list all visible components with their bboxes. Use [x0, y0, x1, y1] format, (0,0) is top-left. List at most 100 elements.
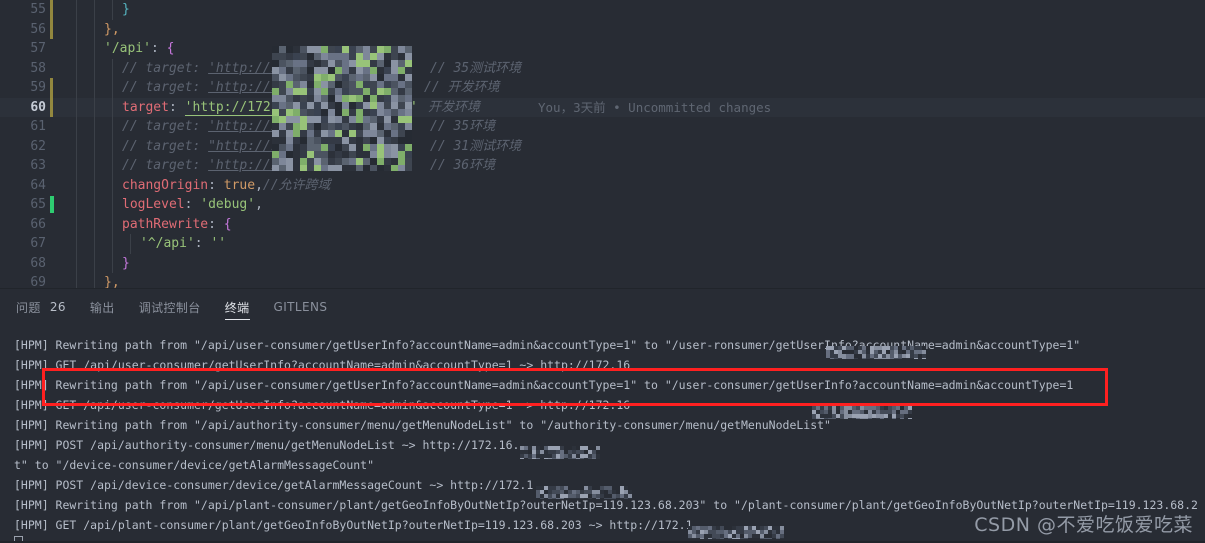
code-text: },: [104, 273, 120, 288]
code-line[interactable]: 58 // target: 'http://172. // 35测试环境: [0, 59, 1205, 79]
indent-guide: [112, 117, 113, 137]
code-line[interactable]: 65 logLevel: 'debug',: [0, 195, 1205, 215]
indent-guide: [112, 59, 113, 79]
code-line[interactable]: 55 }: [0, 0, 1205, 20]
code-line[interactable]: 68 }: [0, 254, 1205, 274]
comment-prefix: // target:: [122, 158, 208, 173]
indent-guide: [94, 254, 95, 274]
indent-guide: [112, 0, 113, 20]
line-comment: // 31测试环境: [430, 137, 521, 157]
indent-guide: [76, 78, 77, 98]
indent-guide: [112, 215, 113, 235]
indent-guide: [94, 156, 95, 176]
terminal-output[interactable]: [HPM] Rewriting path from "/api/user-con…: [0, 325, 1205, 543]
indent-guide: [76, 215, 77, 235]
brace-token: },: [104, 275, 120, 288]
brace-token: {: [224, 217, 232, 232]
gutter-added-indicator: [50, 196, 54, 213]
indent-guide: [76, 234, 77, 254]
gutter-dirty-indicator: [50, 0, 53, 20]
tab-terminal-label: 终端: [225, 299, 250, 316]
line-number: 57: [0, 39, 46, 59]
code-line[interactable]: 59 // target: 'http://172. // 开发环境: [0, 78, 1205, 98]
gutter-dirty-indicator: [50, 20, 53, 40]
inline-comment: //允许跨域: [263, 178, 331, 193]
terminal-line: [HPM] Rewriting path from "/api/user-con…: [14, 375, 1205, 395]
censored-ip-mosaic: [812, 406, 912, 419]
indent-guide: [94, 195, 95, 215]
indent-guide: [94, 176, 95, 196]
code-text: '^/api': '': [140, 234, 226, 254]
line-number: 64: [0, 176, 46, 196]
indent-guide: [112, 176, 113, 196]
tab-gitlens[interactable]: GITLENS: [274, 289, 328, 325]
line-number: 68: [0, 254, 46, 274]
code-line-active[interactable]: 60 target: 'http://172.16. ' 开发环境 You，3天…: [0, 98, 1205, 118]
changorigin-property: changOrigin: [122, 178, 208, 193]
code-line[interactable]: 67 '^/api': '': [0, 234, 1205, 254]
indent-guide: [94, 215, 95, 235]
loglevel-value: 'debug': [200, 197, 255, 212]
code-line[interactable]: 57 '/api': {: [0, 39, 1205, 59]
rewrite-key: '^/api': [140, 236, 195, 251]
colon-token: :: [151, 41, 167, 56]
tab-problems[interactable]: 问题 26: [16, 289, 66, 325]
vscode-window: 55 } 56 }, 57 '/api': { 58 // target: 'h…: [0, 0, 1205, 532]
code-line[interactable]: 62 // target: "http://172. // 31测试环境: [0, 137, 1205, 157]
indent-guide: [76, 195, 77, 215]
line-number: 56: [0, 20, 46, 40]
tab-output-label: 输出: [90, 299, 115, 316]
indent-guide: [112, 98, 113, 118]
comment-prefix: // target:: [122, 61, 208, 76]
line-comment: // 开发环境: [424, 78, 499, 98]
comment-prefix: // target:: [122, 80, 208, 95]
line-number: 69: [0, 273, 46, 288]
indent-guide: [76, 0, 77, 20]
indent-guide: [94, 117, 95, 137]
code-text: changOrigin: true,//允许跨域: [122, 176, 331, 196]
line-number: 59: [0, 78, 46, 98]
colon-token: :: [208, 217, 224, 232]
tab-output[interactable]: 输出: [90, 289, 115, 325]
gutter-dirty-indicator: [50, 78, 53, 98]
tab-debug-console[interactable]: 调试控制台: [139, 289, 201, 325]
indent-guide: [76, 137, 77, 157]
terminal-line: [HPM] Rewriting path from "/api/authorit…: [14, 415, 1205, 435]
code-line[interactable]: 66 pathRewrite: {: [0, 215, 1205, 235]
censored-ip-mosaic: [826, 346, 926, 359]
comment-prefix: // target:: [122, 139, 208, 154]
terminal-line: [HPM] GET /api/user-consumer/getUserInfo…: [14, 395, 1205, 415]
code-editor[interactable]: 55 } 56 }, 57 '/api': { 58 // target: 'h…: [0, 0, 1205, 288]
indent-guide: [94, 0, 95, 20]
terminal-line: [HPM] POST /api/authority-consumer/menu/…: [14, 435, 1205, 455]
code-line[interactable]: 61 // target: 'http://172. // 35环境: [0, 117, 1205, 137]
line-number: 60: [0, 98, 46, 118]
terminal-line: [HPM] GET /api/user-consumer/getUserInfo…: [14, 355, 1205, 375]
line-comment: // 35测试环境: [430, 59, 521, 79]
code-line[interactable]: 63 // target: 'http://172. // 36环境: [0, 156, 1205, 176]
colon-token: :: [195, 236, 211, 251]
indent-guide: [76, 176, 77, 196]
panel-tab-bar: 问题 26 输出 调试控制台 终端 GITLENS: [0, 289, 1205, 325]
line-number: 67: [0, 234, 46, 254]
code-line[interactable]: 56 },: [0, 20, 1205, 40]
tab-terminal[interactable]: 终端: [225, 289, 250, 325]
indent-guide: [94, 98, 95, 118]
indent-guide: [76, 39, 77, 59]
indent-guide: [94, 39, 95, 59]
colon-token: :: [208, 178, 224, 193]
gutter-dirty-indicator: [50, 98, 53, 118]
problems-count-badge: 26: [50, 300, 66, 314]
indent-guide: [112, 254, 113, 274]
comma-token: ,: [255, 197, 263, 212]
indent-guide: [94, 137, 95, 157]
code-text: },: [104, 20, 120, 40]
code-text: logLevel: 'debug',: [122, 195, 263, 215]
indent-guide: [112, 137, 113, 157]
code-line[interactable]: 69 },: [0, 273, 1205, 288]
line-number: 66: [0, 215, 46, 235]
brace-token: }: [122, 256, 130, 271]
indent-guide: [94, 273, 95, 288]
colon-token: :: [185, 197, 201, 212]
code-line[interactable]: 64 changOrigin: true,//允许跨域: [0, 176, 1205, 196]
